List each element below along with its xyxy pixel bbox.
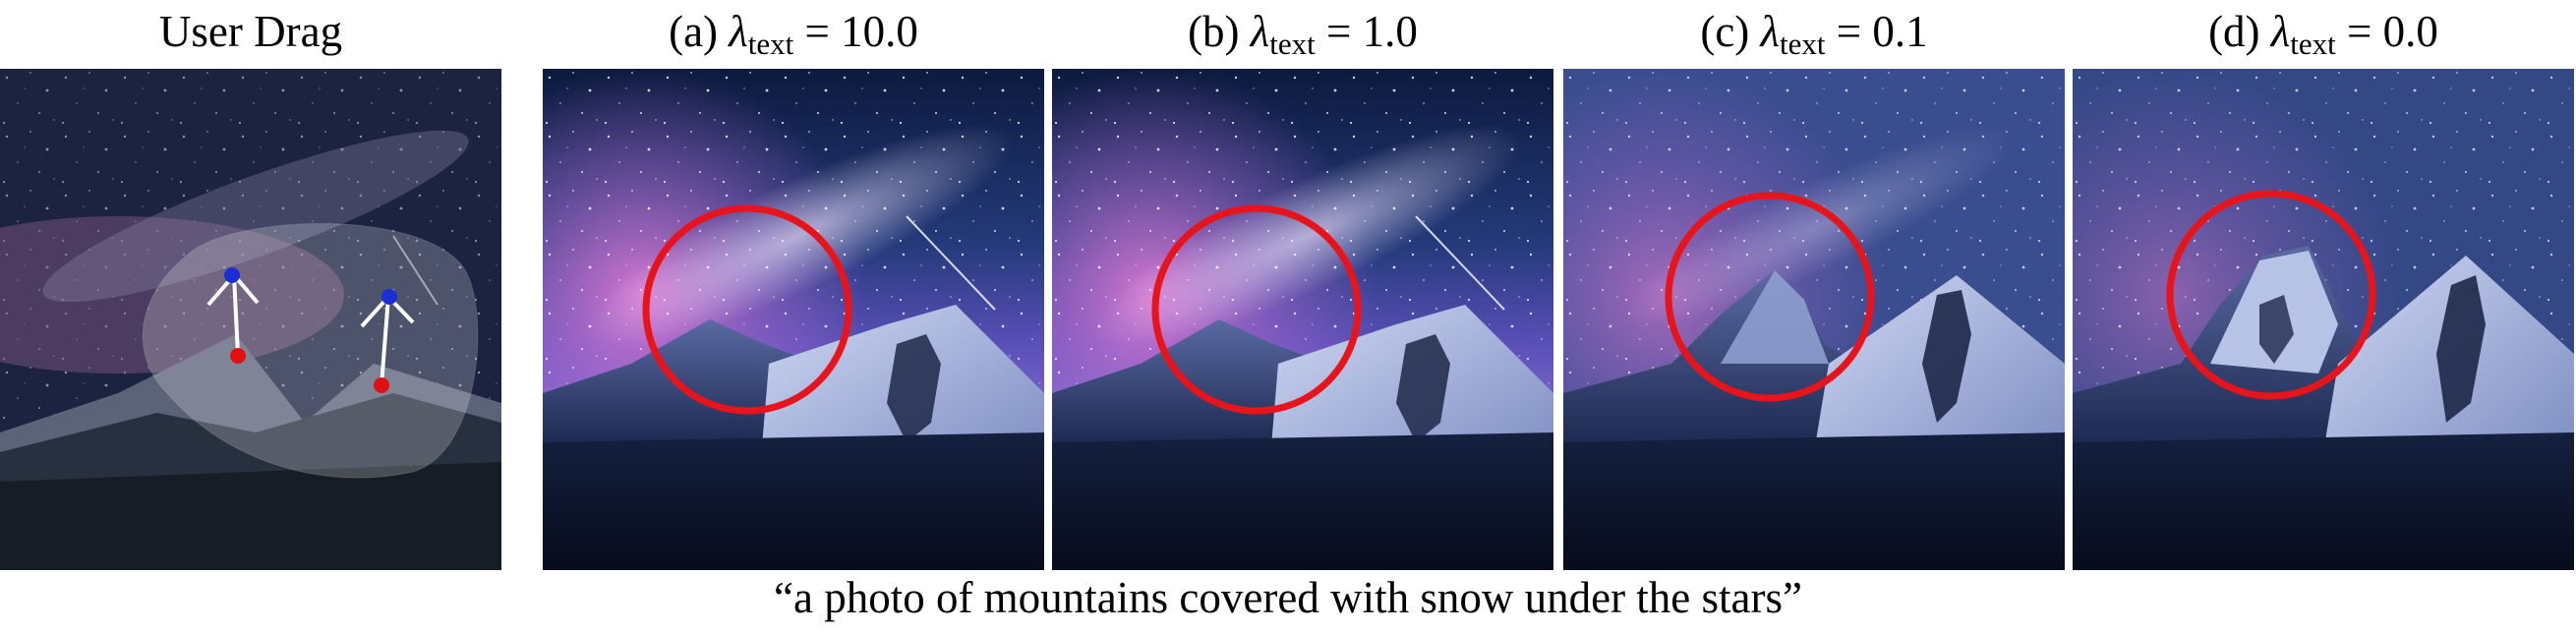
user-drag-label: User Drag (158, 7, 343, 56)
panel-d-value: = 0.0 (2347, 7, 2438, 56)
panel-c-prefix: (c) (1700, 7, 1750, 56)
panel-b-subscript: text (1269, 27, 1316, 61)
panel-a-lambda: λ (729, 7, 748, 56)
panel-d-prefix: (d) (2208, 7, 2260, 56)
panel-d-subscript: text (2290, 27, 2336, 61)
result-image-a (543, 69, 1044, 570)
panel-a-value: = 10.0 (804, 7, 918, 56)
panel-a-prefix: (a) (669, 7, 719, 56)
panel-b-prefix: (b) (1188, 7, 1240, 56)
panel-b-lambda: λ (1250, 7, 1270, 56)
user-drag-image (0, 69, 501, 570)
handle-point-2 (381, 289, 397, 305)
result-image-b (1052, 69, 1553, 570)
panel-a-subscript: text (747, 27, 794, 61)
panel-b-value: = 1.0 (1326, 7, 1418, 56)
panel-c-lambda: λ (1760, 7, 1781, 56)
target-point-1 (230, 348, 246, 364)
result-image-d (2073, 69, 2574, 570)
handle-point-1 (224, 267, 240, 283)
target-point-2 (374, 377, 389, 393)
panel-c-value: = 0.1 (1836, 7, 1928, 56)
panel-b-label: (b) λtext = 1.0 (1052, 2, 1553, 61)
panel-c-label: (c) λtext = 0.1 (1563, 2, 2065, 61)
panel-c-subscript: text (1780, 27, 1826, 61)
result-image-c (1563, 69, 2065, 570)
prompt-caption: “a photo of mountains covered with snow … (774, 573, 1802, 622)
panel-d-label: (d) λtext = 0.0 (2073, 2, 2574, 61)
panel-a-label: (a) λtext = 10.0 (543, 2, 1044, 61)
panel-d-lambda: λ (2270, 7, 2291, 56)
